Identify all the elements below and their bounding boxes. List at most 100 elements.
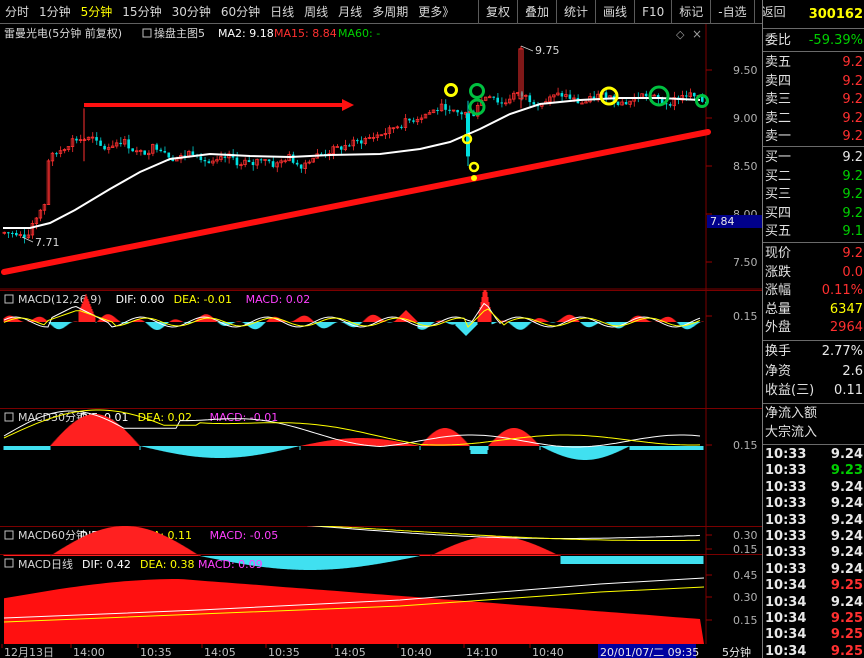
stat-4-label: 外盘 bbox=[765, 320, 792, 335]
webi-label: 委比 bbox=[765, 33, 792, 48]
candle-body bbox=[456, 110, 459, 113]
candle-body bbox=[436, 109, 439, 111]
tick-price: 9.24 bbox=[830, 561, 863, 577]
panel-toggle-icon bbox=[4, 294, 14, 304]
buy-level-1: 买一 9.2 bbox=[763, 149, 864, 167]
candle-body bbox=[400, 126, 403, 128]
buy-level-4-label: 买四 bbox=[765, 205, 792, 221]
period-tab-4[interactable]: 30分钟 bbox=[167, 0, 216, 24]
sell-level-2: 卖二 9.2 bbox=[763, 110, 864, 128]
tick-row: 10:33 9.24 bbox=[763, 561, 864, 579]
yellow-marker bbox=[444, 83, 458, 97]
buy-level-1-value: 9.2 bbox=[842, 150, 863, 165]
stat-2-value: 0.11% bbox=[821, 283, 863, 298]
tick-row: 10:33 9.24 bbox=[763, 446, 864, 464]
macd-label: MACD: 0.09 bbox=[198, 558, 263, 571]
y-tick-label: 0.30 bbox=[733, 591, 758, 604]
candle-body bbox=[223, 156, 227, 158]
tick-price: 9.25 bbox=[830, 627, 863, 643]
macd-panel-30min[interactable]: MACD30分钟DIF: 0.01DEA: 0.02MACD: -0.010.1… bbox=[0, 408, 762, 526]
tick-price: 9.25 bbox=[830, 578, 863, 594]
candle-body bbox=[267, 159, 271, 162]
candle-body bbox=[127, 139, 130, 149]
candle-body bbox=[247, 160, 251, 162]
period-tab-10[interactable]: 更多》 bbox=[413, 0, 459, 24]
candle-body bbox=[360, 140, 363, 144]
quote-panel: 300162 委比 -59.39% 卖五 9.2 卖四 9.2 卖三 9.2 卖二 9.2 卖一… bbox=[762, 0, 864, 658]
sell-level-2-label: 卖二 bbox=[765, 110, 792, 126]
stat-1-value: 0.0 bbox=[842, 264, 863, 280]
stat2-1-value: 2.6 bbox=[842, 363, 863, 379]
period-tab-3[interactable]: 15分钟 bbox=[117, 0, 166, 24]
macd-panel-1[interactable]: MACD(12,26,9) DIF: 0.00 DEA: -0.01 MACD: 0.… bbox=[0, 290, 762, 408]
tool-button-0[interactable]: 复权 bbox=[478, 0, 517, 24]
candle-body bbox=[207, 161, 211, 164]
tick-price: 9.24 bbox=[830, 545, 863, 561]
tick-price: 9.23 bbox=[830, 463, 863, 479]
period-tab-8[interactable]: 月线 bbox=[333, 0, 367, 24]
close-icon: × bbox=[692, 27, 702, 41]
candle-body bbox=[444, 104, 447, 110]
tool-button-3[interactable]: 画线 bbox=[595, 0, 634, 24]
sell-level-1-value: 9.2 bbox=[842, 129, 863, 144]
tick-time: 10:33 bbox=[765, 561, 807, 577]
green-marker bbox=[469, 83, 485, 99]
macd-label: MACD: -0.05 bbox=[210, 529, 279, 542]
candle-body bbox=[199, 156, 203, 161]
dea-label: DEA: -0.01 bbox=[174, 293, 232, 306]
sell-level-2-value: 9.2 bbox=[842, 110, 863, 126]
candle-body bbox=[356, 140, 359, 142]
diamond-icon: ◇ bbox=[676, 28, 685, 41]
stat2-0-label: 换手 bbox=[765, 344, 792, 359]
cursor-time: 20/01/07/二 09:35 bbox=[600, 646, 699, 658]
period-tab-6[interactable]: 日线 bbox=[265, 0, 299, 24]
tool-button-5[interactable]: 标记 bbox=[671, 0, 710, 24]
candle-body bbox=[339, 146, 343, 150]
stat-0: 现价 9.2 bbox=[763, 245, 864, 263]
tick-row: 10:33 9.23 bbox=[763, 462, 864, 480]
panel-title: MACD日线 bbox=[18, 557, 73, 571]
period-tab-1[interactable]: 1分钟 bbox=[34, 0, 76, 24]
candle-body bbox=[143, 150, 146, 155]
ma60-label: MA60: - bbox=[338, 27, 380, 40]
period-tab-5[interactable]: 60分钟 bbox=[216, 0, 265, 24]
sell-level-3-value: 9.2 bbox=[842, 92, 863, 107]
y-tick-label: 0.15 bbox=[733, 310, 758, 323]
sell-level-4: 卖四 9.2 bbox=[763, 73, 864, 91]
main-price-chart[interactable]: 9.50 9.00 8.50 8.00 7.50 7.84 雷曼光电(5分钟 前复权) 操盘主… bbox=[0, 24, 762, 290]
candle-body bbox=[460, 112, 463, 115]
buy-level-5-label: 买五 bbox=[765, 224, 792, 239]
period-tab-7[interactable]: 周线 bbox=[299, 0, 333, 24]
stat-2-label: 涨幅 bbox=[765, 283, 792, 298]
tool-button-1[interactable]: 叠加 bbox=[517, 0, 556, 24]
tool-button-4[interactable]: F10 bbox=[634, 0, 671, 24]
sell-level-4-label: 卖四 bbox=[765, 73, 792, 89]
period-tab-2[interactable]: 5分钟 bbox=[76, 0, 118, 24]
candle-body bbox=[684, 95, 688, 97]
time-label: 10:40 bbox=[400, 646, 432, 658]
yellow-marker bbox=[471, 175, 477, 181]
period-label: 5分钟 bbox=[722, 645, 751, 658]
buy-level-3-value: 9.2 bbox=[842, 187, 863, 202]
webi-value: -59.39% bbox=[808, 33, 863, 48]
webi-row: 委比 -59.39% bbox=[763, 32, 864, 50]
time-label: 12月13日 bbox=[4, 646, 54, 658]
period-tab-9[interactable]: 多周期 bbox=[367, 0, 413, 24]
panel-toggle-icon bbox=[4, 530, 14, 540]
flow-1-label: 大宗流入 bbox=[765, 425, 818, 440]
tick-time: 10:33 bbox=[765, 529, 807, 544]
tool-button-2[interactable]: 统计 bbox=[556, 0, 595, 24]
macd-panel-daily[interactable]: MACD日线 DIF: 0.42 DEA: 0.38 MACD: 0.09 0.45 0.… bbox=[0, 554, 762, 644]
y-tick-label: 0.30 bbox=[733, 529, 758, 542]
period-tab-0[interactable]: 分时 bbox=[0, 0, 34, 24]
tool-button-6[interactable]: -自选 bbox=[710, 0, 753, 24]
candle-body bbox=[75, 138, 78, 141]
sell-level-5-label: 卖五 bbox=[765, 55, 792, 70]
dea-label: DEA: 0.38 bbox=[140, 558, 194, 571]
tick-row: 10:34 9.25 bbox=[763, 610, 864, 628]
candle-body bbox=[492, 96, 495, 98]
tick-time: 10:34 bbox=[765, 643, 807, 658]
tick-time: 10:33 bbox=[765, 512, 807, 528]
stat-2: 涨幅 0.11% bbox=[763, 282, 864, 300]
price-tag: 7.84 bbox=[710, 215, 735, 228]
